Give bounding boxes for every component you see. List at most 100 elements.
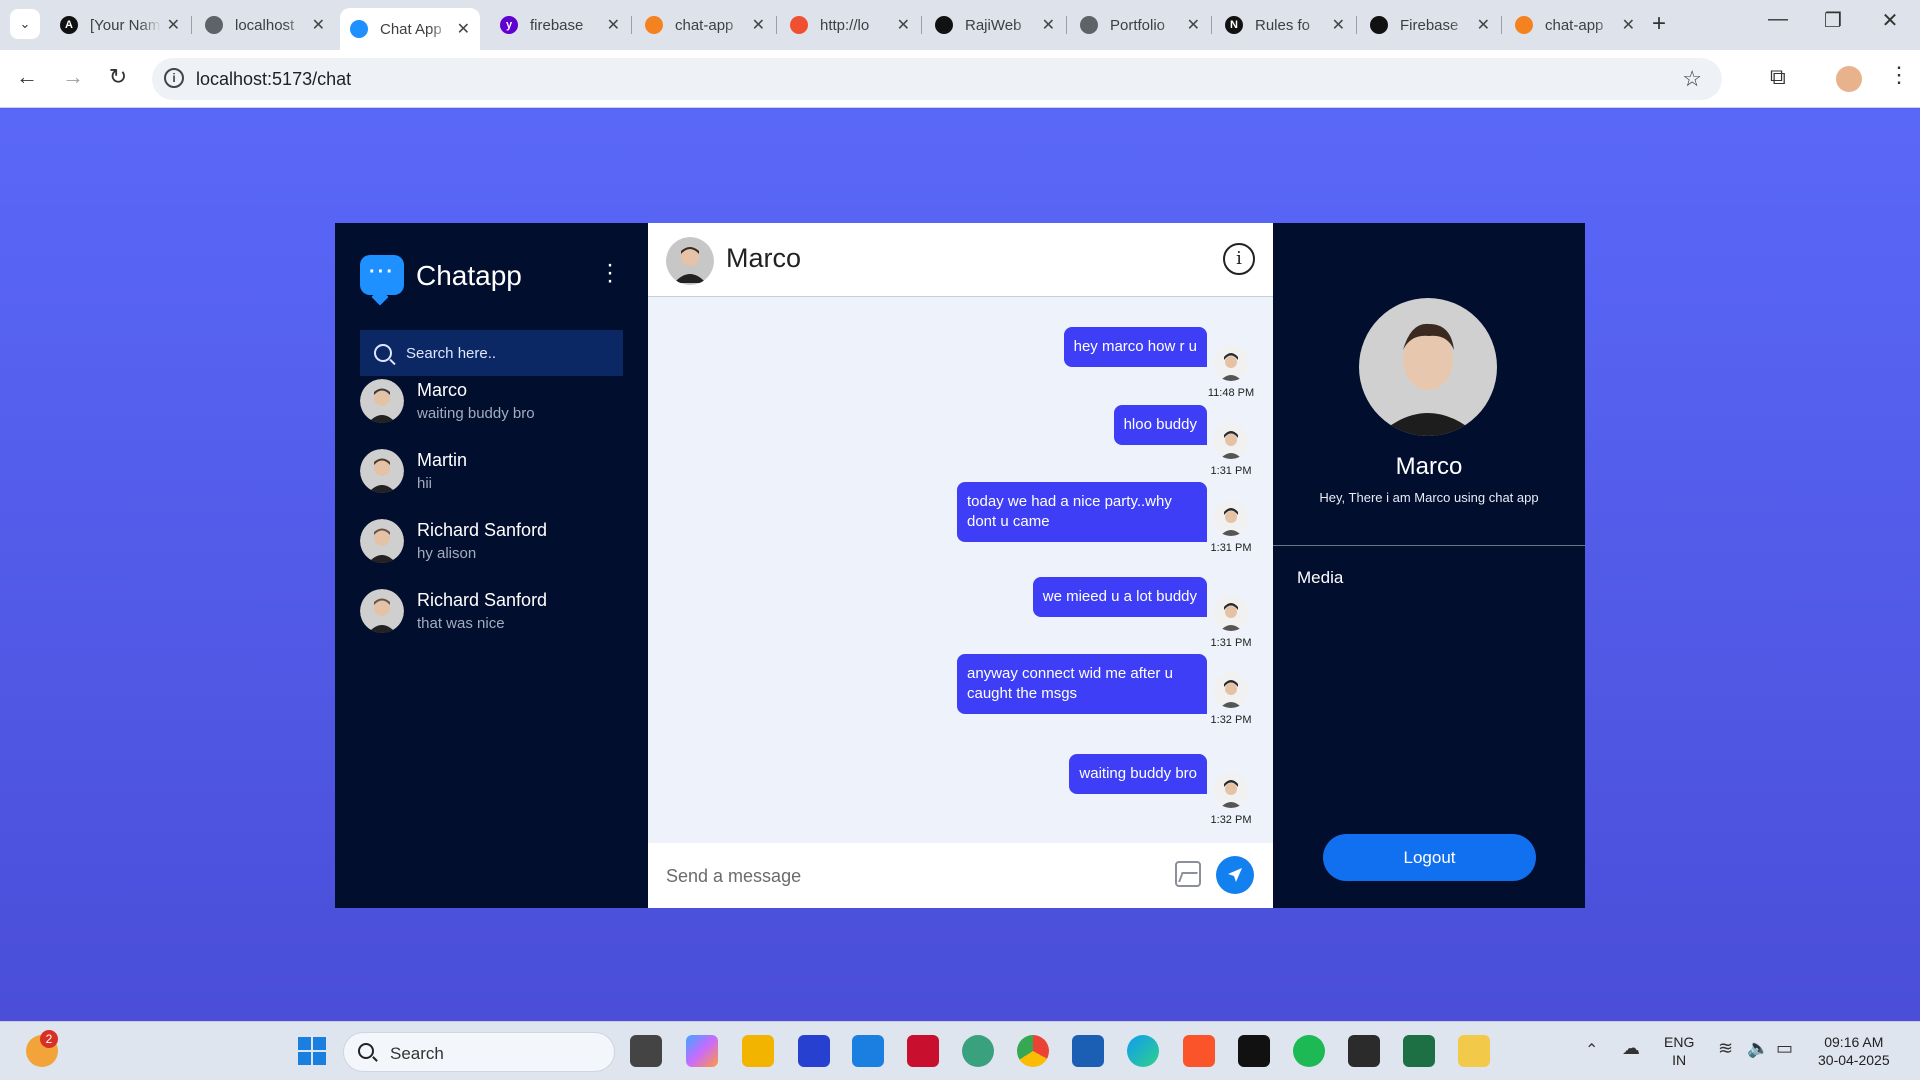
browser-tab[interactable]: Firebase ✕ — [1360, 8, 1500, 42]
tab-close-icon[interactable]: ✕ — [312, 15, 325, 35]
contact-item[interactable]: Richard Sanford hy alison — [360, 516, 623, 566]
tab-close-icon[interactable]: ✕ — [457, 19, 470, 39]
tab-favicon-icon — [790, 16, 808, 34]
tab-favicon-icon — [1370, 16, 1388, 34]
contact-meta: Richard Sanford that was nice — [417, 590, 547, 632]
browser-tab[interactable]: chat-app ✕ — [1505, 8, 1645, 42]
forward-button[interactable]: → — [58, 64, 88, 90]
sender-avatar — [1213, 772, 1249, 808]
message-bubble[interactable]: anyway connect wid me after u caught the… — [957, 654, 1207, 714]
tab-close-icon[interactable]: ✕ — [1477, 15, 1490, 35]
message-composer — [648, 843, 1273, 908]
chevron-up-icon[interactable]: ⌃ — [1585, 1040, 1598, 1060]
tab-close-icon[interactable]: ✕ — [897, 15, 910, 35]
contact-item[interactable]: Richard Sanford that was nice — [360, 586, 623, 636]
back-button[interactable]: ← — [12, 64, 42, 90]
omnibox[interactable]: i localhost:5173/chat ☆ — [152, 58, 1722, 100]
contact-last-message: that was nice — [417, 615, 505, 632]
taskbar-search-label: Search — [390, 1044, 444, 1063]
brave-icon[interactable] — [1183, 1035, 1215, 1067]
tab-search-button[interactable]: ⌄ — [10, 9, 40, 39]
terminal-icon[interactable] — [1348, 1035, 1380, 1067]
message-bubble[interactable]: hey marco how r u — [1063, 327, 1207, 367]
close-window-button[interactable]: ✕ — [1870, 8, 1910, 33]
restore-button[interactable]: ❐ — [1813, 8, 1853, 33]
edge-icon[interactable] — [1127, 1035, 1159, 1067]
browser-tab[interactable]: A [Your Name] ✕ — [50, 8, 190, 42]
tab-close-icon[interactable]: ✕ — [1622, 15, 1635, 35]
excel-icon[interactable] — [1403, 1035, 1435, 1067]
url-text[interactable]: localhost:5173/chat — [196, 69, 351, 90]
message-bubble[interactable]: hloo buddy — [1113, 405, 1207, 445]
extensions-icon[interactable]: ⧉ — [1770, 64, 1786, 90]
file-explorer-icon[interactable] — [742, 1035, 774, 1067]
app-icon[interactable] — [798, 1035, 830, 1067]
volume-icon[interactable]: 🔈 — [1747, 1038, 1769, 1059]
tab-close-icon[interactable]: ✕ — [607, 15, 620, 35]
wifi-icon[interactable]: ≋ — [1718, 1038, 1733, 1059]
contact-item[interactable]: Martin hii — [360, 446, 623, 496]
browser-menu-icon[interactable]: ⋮ — [1888, 62, 1910, 88]
new-tab-button[interactable]: + — [1652, 10, 1666, 38]
contact-search[interactable] — [360, 330, 623, 376]
minimize-button[interactable]: — — [1758, 8, 1798, 31]
store-icon[interactable] — [1072, 1035, 1104, 1067]
language-indicator[interactable]: ENG IN — [1664, 1033, 1694, 1069]
vscode-icon[interactable] — [852, 1035, 884, 1067]
tab-separator — [1211, 16, 1212, 34]
tab-title: Chat App — [380, 20, 442, 38]
tab-separator — [1501, 16, 1502, 34]
message-bubble[interactable]: waiting buddy bro — [1069, 754, 1207, 794]
contact-name: Martin — [417, 450, 468, 470]
start-button[interactable] — [296, 1035, 328, 1067]
send-button[interactable] — [1216, 856, 1254, 894]
tab-favicon-icon — [1515, 16, 1533, 34]
sidebar-menu-icon[interactable]: · · · — [605, 253, 615, 293]
mcafee-icon[interactable] — [907, 1035, 939, 1067]
folder-icon[interactable] — [1458, 1035, 1490, 1067]
tab-close-icon[interactable]: ✕ — [1187, 15, 1200, 35]
search-input[interactable] — [406, 344, 606, 362]
browser-tab[interactable]: y firebase ✕ — [490, 8, 630, 42]
clock[interactable]: 09:16 AM 30-04-2025 — [1818, 1033, 1890, 1069]
copilot-icon[interactable] — [686, 1035, 718, 1067]
onedrive-icon[interactable]: ☁ — [1622, 1038, 1640, 1059]
logout-button[interactable]: Logout — [1323, 834, 1536, 881]
browser-tab[interactable]: RajiWeb ✕ — [925, 8, 1065, 42]
browser-tab[interactable]: chat-app ✕ — [635, 8, 775, 42]
battery-icon[interactable]: ▭ — [1776, 1038, 1793, 1059]
browser-tab[interactable]: localhost ✕ — [195, 8, 335, 42]
info-icon[interactable]: i — [1223, 243, 1255, 275]
site-info-icon[interactable]: i — [164, 68, 184, 88]
profile-avatar-large — [1359, 298, 1497, 436]
browser-tab[interactable]: N Rules fo ✕ — [1215, 8, 1355, 42]
profile-avatar[interactable] — [1836, 66, 1862, 92]
message-row: today we had a nice party..why dont u ca… — [957, 482, 1253, 554]
atom-icon[interactable] — [962, 1035, 994, 1067]
tab-favicon-icon — [1080, 16, 1098, 34]
contact-avatar — [360, 589, 404, 633]
task-view-icon[interactable] — [630, 1035, 662, 1067]
reload-button[interactable]: ↻ — [103, 64, 133, 90]
windows-icon — [298, 1037, 326, 1065]
browser-tab[interactable]: Portfolio ✕ — [1070, 8, 1210, 42]
message-bubble[interactable]: we mieed u a lot buddy — [1032, 577, 1207, 617]
tab-close-icon[interactable]: ✕ — [167, 15, 180, 35]
spotify-icon[interactable] — [1293, 1035, 1325, 1067]
tab-close-icon[interactable]: ✕ — [1332, 15, 1345, 35]
contact-last-message: waiting buddy bro — [417, 405, 535, 422]
image-upload-icon[interactable] — [1175, 861, 1201, 887]
tab-close-icon[interactable]: ✕ — [752, 15, 765, 35]
message-row: waiting buddy bro 1:32 PM — [1069, 754, 1253, 826]
browser-tab[interactable]: http://lo ✕ — [780, 8, 920, 42]
message-bubble[interactable]: today we had a nice party..why dont u ca… — [957, 482, 1207, 542]
chrome-icon[interactable] — [1017, 1035, 1049, 1067]
taskbar-search[interactable]: Search — [343, 1032, 615, 1072]
message-meta: 1:32 PM — [1209, 672, 1253, 726]
browser-tab[interactable]: Chat App ✕ — [340, 8, 480, 50]
tab-close-icon[interactable]: ✕ — [1042, 15, 1055, 35]
message-input[interactable] — [666, 861, 1146, 891]
app-icon[interactable] — [1238, 1035, 1270, 1067]
contact-item[interactable]: Marco waiting buddy bro — [360, 376, 623, 426]
bookmark-star-icon[interactable]: ☆ — [1682, 66, 1702, 92]
